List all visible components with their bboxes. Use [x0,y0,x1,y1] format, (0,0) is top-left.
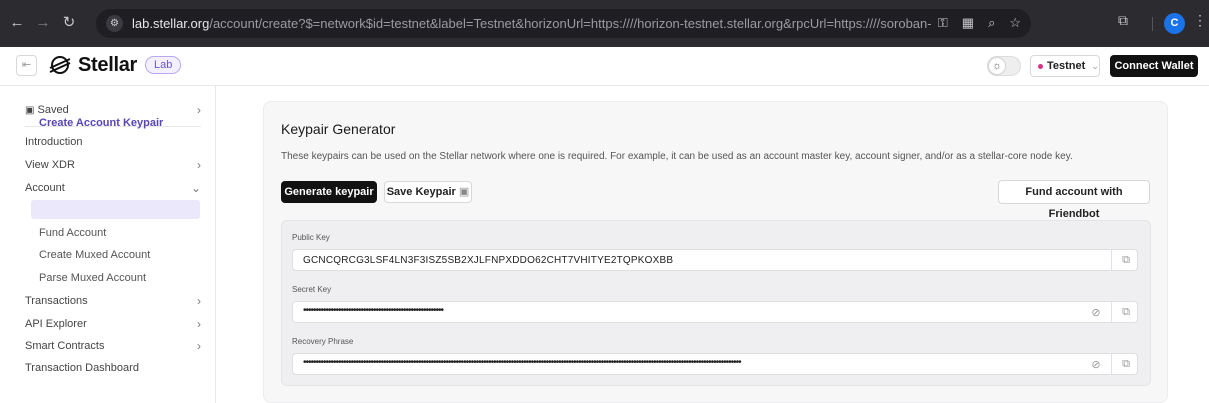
sidebar-item-create-muxed-account[interactable]: Create Muxed Account [39,249,150,261]
eye-off-icon[interactable]: ⊘ [1089,306,1103,319]
chevron-right-icon: › [197,339,201,353]
address-bar[interactable]: ⚙ lab.stellar.org/account/create?$=netwo… [96,9,1031,38]
recovery-phrase-value: ••••••••••••••••••••••••••••••••••••••••… [303,357,742,368]
bookmark-star-icon[interactable]: ☆ [1009,15,1021,31]
public-key-value: GCNCQRCG3LSF4LN3F3ISZ5SB2XJLFNPXDDO62CHT… [303,255,674,266]
collapse-sidebar-button[interactable]: ⇤ [16,55,37,76]
sidebar-item-parse-muxed-account[interactable]: Parse Muxed Account [39,272,146,284]
page-description: These keypairs can be used on the Stella… [281,151,1073,162]
network-selector[interactable]: Testnet ⌄ [1030,55,1100,77]
chevron-right-icon: › [197,317,201,331]
network-label: Testnet [1047,60,1086,72]
secret-key-value: ••••••••••••••••••••••••••••••••••••••••… [303,305,444,316]
save-keypair-button[interactable]: Save Keypair ▣ [384,181,472,203]
back-icon[interactable]: ← [8,13,26,33]
public-key-field[interactable]: GCNCQRCG3LSF4LN3F3ISZ5SB2XJLFNPXDDO62CHT… [292,249,1138,271]
app-header: ⇤ Stellar Lab ☼ Testnet ⌄ Connect Wallet [0,47,1209,86]
copy-icon[interactable]: ⧉ [1119,254,1133,267]
forward-icon[interactable]: → [34,13,52,33]
sidebar-item-account[interactable]: Account ⌄ [25,181,201,195]
save-icon: ▣ [458,186,470,198]
zoom-icon[interactable]: ⌕ [988,15,995,31]
secret-key-label: Secret Key [292,285,332,294]
chevron-right-icon: › [197,103,201,117]
recovery-phrase-field[interactable]: ••••••••••••••••••••••••••••••••••••••••… [292,353,1138,375]
extensions-icon[interactable]: ⧉ [1118,12,1128,29]
lab-badge: Lab [145,56,182,74]
chevron-down-icon: ⌄ [1091,60,1099,71]
public-key-label: Public Key [292,233,330,242]
copy-icon[interactable]: ⧉ [1119,306,1133,319]
chevron-right-icon: › [197,294,201,308]
collapse-icon: ⇤ [21,59,32,71]
generate-keypair-button[interactable]: Generate keypair [281,181,377,203]
theme-toggle[interactable]: ☼ [987,56,1021,76]
network-status-dot [1038,63,1043,69]
sidebar: ▣ Saved › Introduction View XDR › Account… [0,86,216,403]
profile-avatar[interactable]: C [1164,13,1185,34]
menu-kebab-icon[interactable]: ⋮ [1193,12,1207,29]
sidebar-item-transactions[interactable]: Transactions › [25,294,201,308]
chevron-down-icon: ⌄ [190,181,201,195]
password-key-icon[interactable]: ⚿ [938,15,948,31]
sidebar-item-fund-account[interactable]: Fund Account [39,227,106,239]
stellar-logo-icon [49,56,71,74]
translate-icon[interactable]: ▦ [962,15,974,31]
stellar-logo[interactable]: Stellar Lab [48,53,182,77]
save-icon: ▣ [25,105,35,116]
sidebar-item-smart-contracts[interactable]: Smart Contracts › [25,339,201,353]
copy-icon[interactable]: ⧉ [1119,358,1133,371]
url-text[interactable]: lab.stellar.org/account/create?$=network… [132,16,932,31]
sidebar-active-highlight [31,200,200,219]
sun-icon: ☼ [989,58,1005,74]
reload-icon[interactable]: ↻ [60,13,78,33]
sidebar-item-introduction[interactable]: Introduction [25,136,201,148]
fund-friendbot-button[interactable]: Fund account with Friendbot [998,180,1150,220]
sidebar-item-create-account-keypair[interactable]: Create Account Keypair [39,117,163,129]
chevron-right-icon: › [197,158,201,172]
recovery-phrase-label: Recovery Phrase [292,337,354,346]
eye-off-icon[interactable]: ⊘ [1089,358,1103,371]
logo-text: Stellar [78,53,138,76]
secret-key-field[interactable]: ••••••••••••••••••••••••••••••••••••••••… [292,301,1138,323]
browser-toolbar: ← → ↻ ⚙ lab.stellar.org/account/create?$… [0,0,1209,47]
sidebar-item-view-xdr[interactable]: View XDR › [25,158,201,172]
sidebar-item-saved[interactable]: ▣ Saved › [25,103,201,117]
connect-wallet-button[interactable]: Connect Wallet [1110,55,1198,77]
page-title: Keypair Generator [281,121,396,137]
sidebar-item-transaction-dashboard[interactable]: Transaction Dashboard [25,362,201,374]
site-settings-icon[interactable]: ⚙ [106,15,123,32]
sidebar-item-api-explorer[interactable]: API Explorer › [25,317,201,331]
